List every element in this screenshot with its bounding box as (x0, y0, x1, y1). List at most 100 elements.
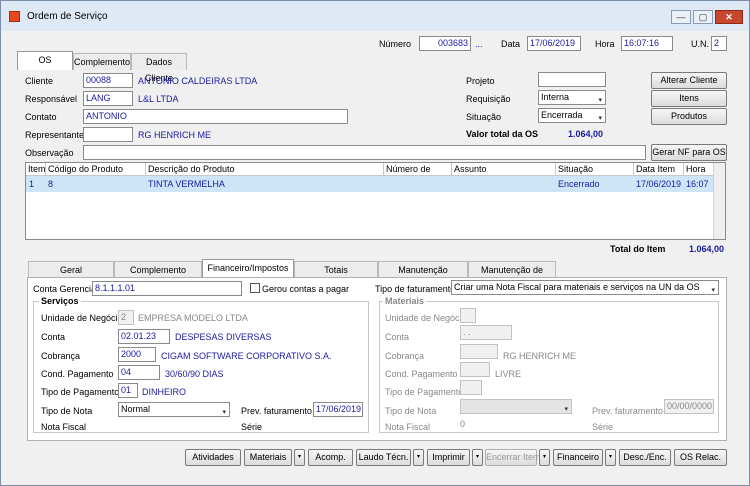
conta-gerencial-label: Conta Gerencial (33, 284, 99, 294)
mat-cond-label: Cond. Pagamento (385, 369, 458, 379)
mat-tipo-pag-label: Tipo de Pagamento (385, 387, 464, 397)
mat-prev-label: Prev. faturamento (592, 406, 663, 416)
situacao-label: Situação (466, 112, 502, 122)
srv-cobranca-field[interactable]: 2000 (118, 347, 156, 362)
materiais-dropdown-icon[interactable]: ▾ (294, 449, 305, 466)
tab-complemento-sub[interactable]: Complemento (114, 261, 202, 278)
tab-complemento[interactable]: Complemento (73, 53, 131, 70)
cell-hora: 16:07 (686, 179, 709, 189)
encerrar-dropdown-icon[interactable]: ▾ (539, 449, 550, 466)
srv-prev-field[interactable]: 17/06/2019 (313, 402, 363, 417)
os-relac-button[interactable]: OS Relac. (674, 449, 727, 466)
data-field[interactable]: 17/06/2019 (527, 36, 581, 51)
numero-label: Número (379, 39, 412, 49)
financeiro-dropdown-icon[interactable]: ▾ (605, 449, 616, 466)
responsavel-code-field[interactable]: LANG (83, 91, 133, 106)
laudo-tecnico-button[interactable]: Laudo Técn. (356, 449, 411, 466)
cliente-label: Cliente (25, 76, 54, 86)
tab-totais[interactable]: Totais (294, 261, 378, 278)
materiais-title: Materiais (383, 296, 427, 306)
tab-manutencao-industrial[interactable]: Manutenção Industrial (378, 261, 468, 291)
col-header-situacao[interactable]: Situação (556, 163, 634, 176)
observacao-field[interactable] (83, 145, 646, 160)
col-header-codigo[interactable]: Código do Produto (46, 163, 146, 176)
total-item-label: Total do Item (610, 244, 666, 254)
cliente-code-field[interactable]: 00088 (83, 73, 133, 88)
situacao-value: Encerrada (541, 110, 583, 120)
srv-cond-name: 30/60/90 DIAS (165, 369, 224, 379)
imprimir-button[interactable]: Imprimir (427, 449, 470, 466)
representante-name: RG HENRICH ME (138, 130, 212, 140)
desc-enc-button[interactable]: Desc./Enc. (619, 449, 671, 466)
numero-field[interactable]: 003683 (419, 36, 471, 51)
col-header-descricao[interactable]: Descrição do Produto (146, 163, 384, 176)
tipo-faturamento-label: Tipo de faturamento (375, 284, 456, 294)
srv-cond-field[interactable]: 04 (118, 365, 160, 380)
laudo-dropdown-icon[interactable]: ▾ (413, 449, 424, 466)
maximize-icon[interactable]: ▢ (693, 10, 713, 24)
mat-cobranca-field[interactable] (460, 344, 498, 359)
contato-field[interactable]: ANTONIO (83, 109, 348, 124)
tab-manutencao-frotas[interactable]: Manutenção de Frotas (468, 261, 556, 291)
srv-cobranca-label: Cobrança (41, 351, 81, 361)
srv-nf-label: Nota Fiscal (41, 422, 87, 432)
mat-tipo-nota-select[interactable]: ▾ (460, 399, 572, 414)
tipo-faturamento-value: Criar uma Nota Fiscal para materiais e s… (454, 282, 700, 292)
mat-conta-field[interactable]: . . (460, 325, 512, 340)
mat-cond-name: LIVRE (495, 369, 522, 379)
atividades-button[interactable]: Atividades (185, 449, 241, 466)
srv-un-label: Unidade de Negócio (41, 313, 123, 323)
alterar-cliente-button[interactable]: Alterar Cliente (651, 72, 727, 89)
mat-un-field[interactable] (460, 308, 476, 323)
chevron-down-icon: ▾ (711, 287, 715, 294)
requisicao-label: Requisição (466, 94, 511, 104)
col-header-data[interactable]: Data Item (634, 163, 684, 176)
col-header-item[interactable]: Item (26, 163, 46, 176)
srv-tipo-nota-select[interactable]: Normal ▾ (118, 402, 230, 417)
srv-tipo-pag-field[interactable]: 01 (118, 383, 138, 398)
materiais-button[interactable]: Materiais (244, 449, 292, 466)
table-row[interactable]: 1 8 TINTA VERMELHA Encerrado 17/06/2019 … (26, 176, 714, 192)
mat-cond-field[interactable] (460, 362, 490, 377)
col-header-assunto[interactable]: Assunto (452, 163, 556, 176)
itens-button[interactable]: Itens (651, 90, 727, 107)
srv-un-field[interactable]: 2 (118, 310, 134, 325)
conta-gerencial-field[interactable]: 8.1.1.1.01 (92, 281, 242, 296)
grid-scrollbar[interactable] (713, 163, 725, 239)
projeto-field[interactable] (538, 72, 606, 87)
financeiro-button[interactable]: Financeiro (553, 449, 603, 466)
imprimir-dropdown-icon[interactable]: ▾ (472, 449, 483, 466)
un-label: U.N. (691, 39, 709, 49)
col-header-serie[interactable]: Número de Série (384, 163, 452, 186)
tab-os[interactable]: OS (17, 51, 73, 70)
srv-conta-field[interactable]: 02.01.23 (118, 329, 170, 344)
mat-tipo-pag-field[interactable] (460, 380, 482, 395)
items-grid[interactable]: Item Código do Produto Descrição do Prod… (25, 162, 726, 240)
gerar-nf-button[interactable]: Gerar NF para OS (651, 144, 727, 161)
tab-dados-cliente[interactable]: Dados Cliente (131, 53, 187, 83)
situacao-select[interactable]: Encerrada ▾ (538, 108, 606, 123)
un-field[interactable]: 2 (711, 36, 727, 51)
produtos-button[interactable]: Produtos (651, 108, 727, 125)
tab-geral[interactable]: Geral (28, 261, 114, 278)
col-header-hora[interactable]: Hora (684, 163, 714, 176)
tipo-faturamento-select[interactable]: Criar uma Nota Fiscal para materiais e s… (451, 280, 719, 295)
mat-un-label: Unidade de Negócio (385, 313, 467, 323)
acomp-button[interactable]: Acomp. (308, 449, 353, 466)
requisicao-select[interactable]: Interna ▾ (538, 90, 606, 105)
hora-field[interactable]: 16:07:16 (621, 36, 673, 51)
chevron-down-icon: ▾ (222, 409, 226, 416)
mat-tipo-nota-label: Tipo de Nota (385, 406, 437, 416)
valor-total-value: 1.064,00 (568, 129, 604, 139)
minimize-icon[interactable]: — (671, 10, 691, 24)
representante-code-field[interactable] (83, 127, 133, 142)
mat-cobranca-label: Cobrança (385, 351, 425, 361)
close-icon[interactable]: ✕ (715, 10, 743, 24)
mat-prev-field[interactable]: 00/00/0000 (664, 399, 714, 414)
tab-financeiro-impostos[interactable]: Financeiro/Impostos (202, 259, 294, 278)
numero-lookup-button[interactable]: ... (475, 39, 483, 49)
gerou-contas-checkbox[interactable] (250, 283, 260, 293)
representante-label: Representante (25, 130, 85, 140)
cell-item: 1 (29, 179, 35, 189)
encerrar-item-button[interactable]: Encerrar Item (485, 449, 541, 466)
